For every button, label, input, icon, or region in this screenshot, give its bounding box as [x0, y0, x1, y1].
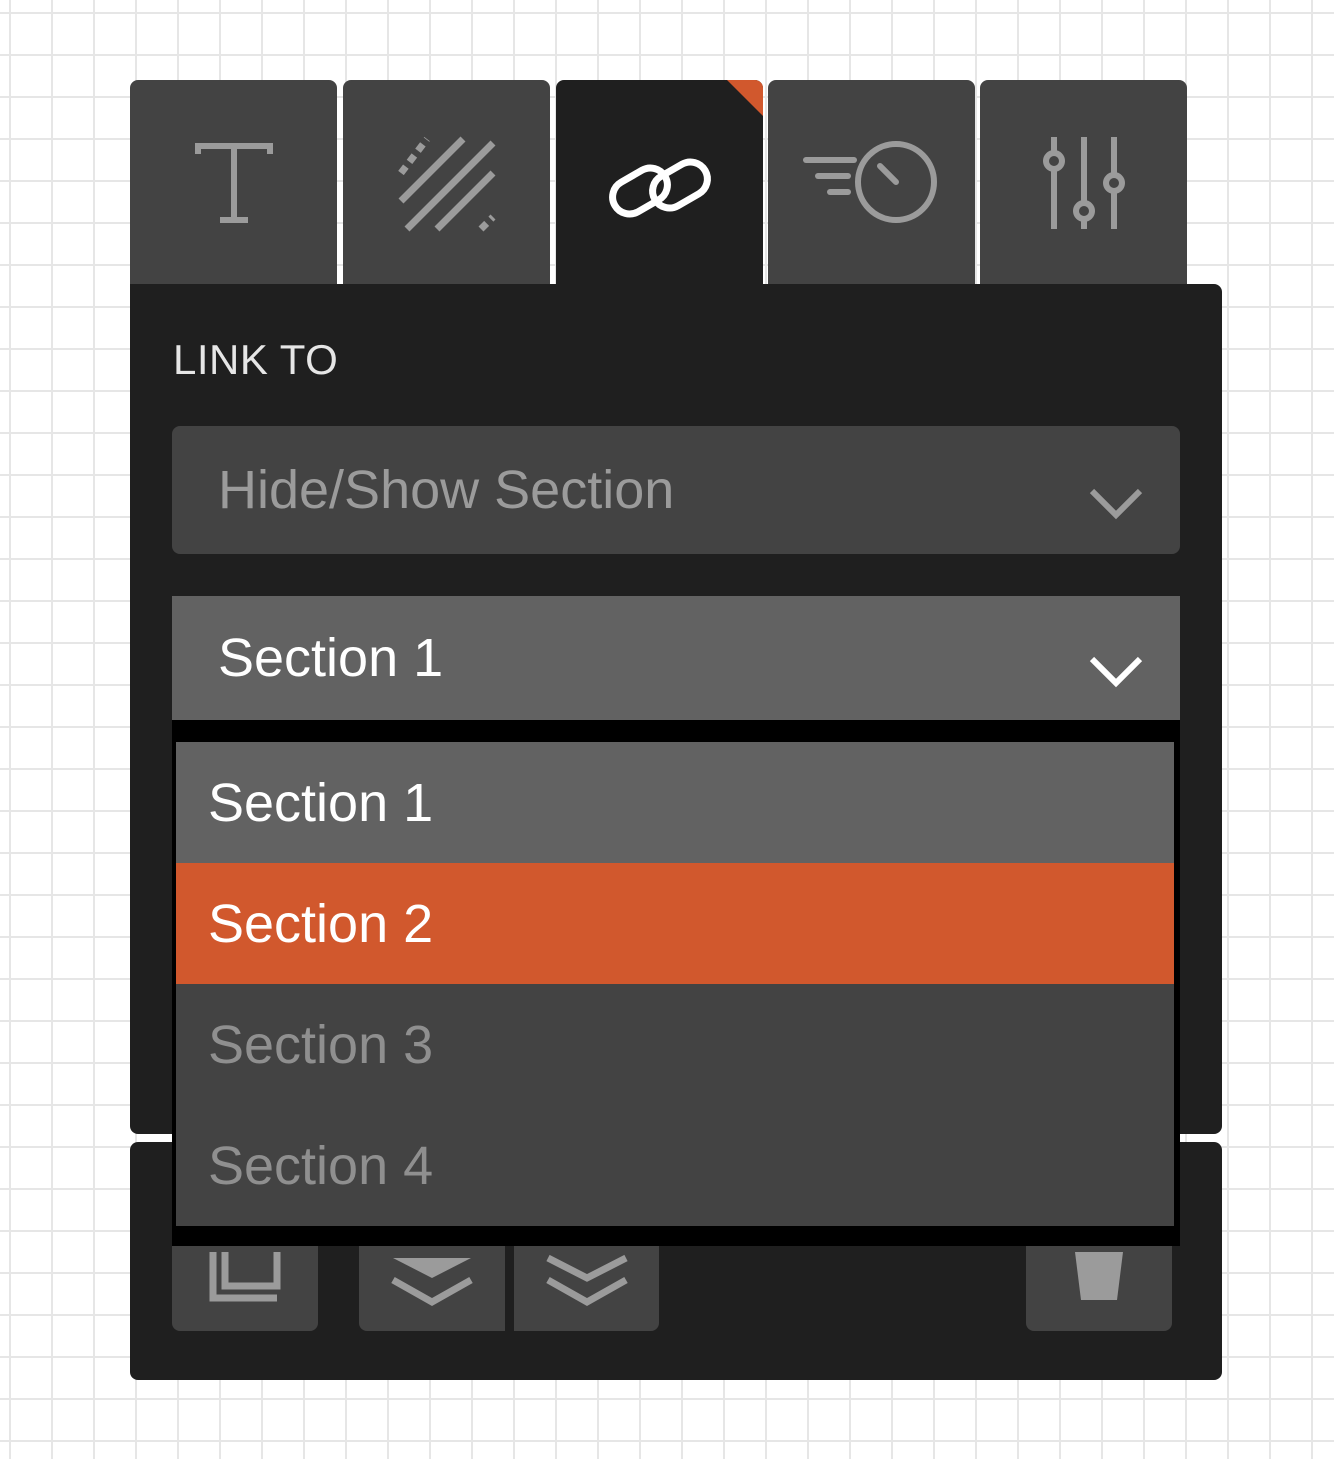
texture-icon: [397, 133, 497, 233]
section-option-1[interactable]: Section 1: [176, 742, 1174, 863]
section-option-4[interactable]: Section 4: [176, 1105, 1174, 1226]
move-backward-icon: [542, 1252, 632, 1317]
section-dropdown-menu: Section 1 Section 2 Section 3 Section 4: [172, 720, 1180, 1246]
chevron-down-icon: [1088, 640, 1144, 702]
link-to-label: LINK TO: [173, 336, 339, 383]
duplicate-icon: [205, 1251, 285, 1317]
delete-button[interactable]: [1026, 1237, 1172, 1331]
animation-timer-icon: [802, 138, 942, 228]
section-options-list: Section 1 Section 2 Section 3 Section 4: [176, 742, 1174, 1226]
tab-animation[interactable]: [768, 80, 975, 285]
tab-text[interactable]: [130, 80, 337, 285]
move-to-back-icon: [387, 1252, 477, 1317]
option-label: Section 4: [208, 1135, 434, 1196]
section-select[interactable]: Section 1: [172, 596, 1180, 720]
option-label: Section 1: [208, 772, 434, 833]
section-option-2[interactable]: Section 2: [176, 863, 1174, 984]
tab-link[interactable]: [556, 80, 763, 295]
move-backward-button[interactable]: [514, 1237, 659, 1331]
tab-texture[interactable]: [343, 80, 550, 285]
text-icon: [194, 140, 274, 226]
tab-settings[interactable]: [980, 80, 1187, 285]
option-label: Section 3: [208, 1014, 434, 1075]
option-label: Section 2: [208, 893, 434, 954]
active-tab-marker: [726, 80, 763, 117]
move-to-back-button[interactable]: [359, 1237, 505, 1331]
section-select-value: Section 1: [218, 628, 444, 688]
section-option-3[interactable]: Section 3: [176, 984, 1174, 1105]
sliders-icon: [1034, 133, 1134, 233]
chevron-down-icon: [1088, 472, 1144, 534]
link-type-value: Hide/Show Section: [218, 460, 675, 520]
delete-icon: [1069, 1251, 1129, 1317]
duplicate-button[interactable]: [172, 1237, 318, 1331]
link-type-select[interactable]: Hide/Show Section: [172, 426, 1180, 554]
link-icon: [605, 148, 715, 228]
